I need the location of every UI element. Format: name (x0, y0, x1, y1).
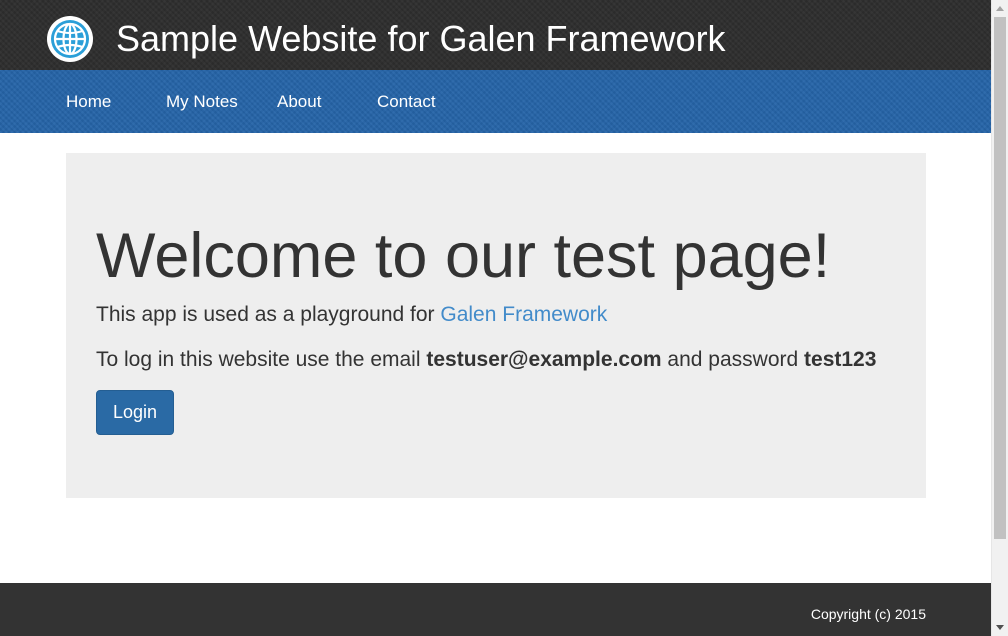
site-footer: Copyright (c) 2015 (0, 583, 991, 636)
nav-item-my-notes[interactable]: My Notes (166, 92, 238, 112)
login-email: testuser@example.com (426, 348, 662, 371)
login-info-prefix: To log in this website use the email (96, 348, 427, 371)
login-password: test123 (804, 348, 877, 371)
vertical-scrollbar[interactable] (991, 0, 1008, 636)
intro-paragraph: This app is used as a playground for Gal… (96, 302, 607, 328)
globe-icon (47, 16, 93, 62)
login-info-paragraph: To log in this website use the email tes… (96, 347, 876, 373)
welcome-heading: Welcome to our test page! (96, 221, 831, 291)
main-navbar: Home My Notes About Contact (0, 70, 991, 133)
welcome-panel: Welcome to our test page! This app is us… (66, 153, 926, 498)
galen-framework-link[interactable]: Galen Framework (440, 303, 607, 326)
scrollbar-thumb[interactable] (994, 17, 1006, 539)
nav-item-contact[interactable]: Contact (377, 92, 436, 112)
nav-item-home[interactable]: Home (66, 92, 111, 112)
site-header: Sample Website for Galen Framework (0, 0, 991, 70)
scroll-down-arrow-icon[interactable] (992, 619, 1008, 636)
site-title: Sample Website for Galen Framework (116, 18, 726, 59)
nav-item-about[interactable]: About (277, 92, 321, 112)
browser-page: Sample Website for Galen Framework Home … (0, 0, 1008, 636)
copyright-text: Copyright (c) 2015 (810, 606, 926, 622)
intro-text: This app is used as a playground for (96, 303, 441, 326)
login-button[interactable]: Login (96, 390, 174, 435)
page-viewport: Sample Website for Galen Framework Home … (0, 0, 991, 636)
scroll-up-arrow-icon[interactable] (992, 0, 1008, 17)
login-info-middle: and password (661, 348, 805, 371)
